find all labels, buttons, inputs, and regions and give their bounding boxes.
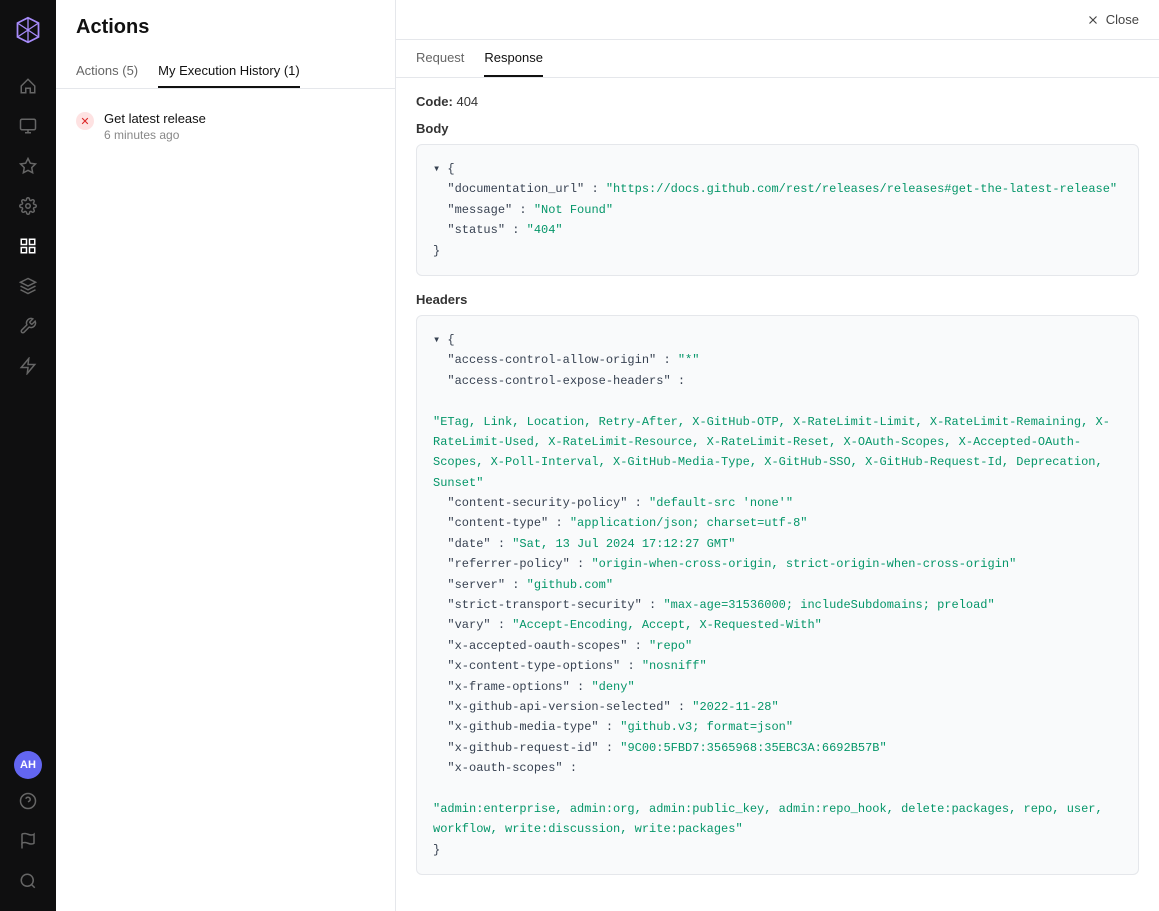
h-xgmt-val: "github.v3; format=json" — [620, 720, 793, 734]
h-acao-val: "*" — [678, 353, 700, 367]
main-content: Actions Actions (5) My Execution History… — [56, 0, 1159, 911]
sidebar-item-search[interactable] — [10, 863, 46, 899]
h-server-key: "server" — [447, 578, 505, 592]
action-time: 6 minutes ago — [104, 128, 206, 142]
tab-response[interactable]: Response — [484, 40, 543, 77]
doc-url-key: "documentation_url" — [447, 182, 584, 196]
error-status-icon: ✕ — [76, 112, 94, 130]
h-xgri-key: "x-github-request-id" — [447, 741, 598, 755]
h-xgmt-key: "x-github-media-type" — [447, 720, 598, 734]
close-button[interactable]: Close — [1086, 12, 1139, 27]
h-aceh-val: "ETag, Link, Location, Retry-After, X-Gi… — [433, 412, 1122, 494]
sidebar-item-actions[interactable] — [10, 228, 46, 264]
h-vary-val: "Accept-Encoding, Accept, X-Requested-Wi… — [512, 618, 822, 632]
action-list: ✕ Get latest release 6 minutes ago — [56, 89, 395, 164]
h-xgavs-val: "2022-11-28" — [692, 700, 778, 714]
left-panel: Actions Actions (5) My Execution History… — [56, 0, 396, 911]
status-code-label: Code: 404 — [416, 94, 1139, 109]
h-xaos-key: "x-accepted-oauth-scopes" — [447, 639, 627, 653]
left-panel-tabs: Actions (5) My Execution History (1) — [76, 55, 375, 88]
h-xos-val: "admin:enterprise, admin:org, admin:publ… — [433, 799, 1122, 840]
h-rp-key: "referrer-policy" — [447, 557, 569, 571]
tab-execution-history[interactable]: My Execution History (1) — [158, 55, 300, 88]
doc-url-val: "https://docs.github.com/rest/releases/r… — [606, 182, 1117, 196]
h-date-key: "date" — [447, 537, 490, 551]
h-xfo-key: "x-frame-options" — [447, 680, 569, 694]
action-name: Get latest release — [104, 111, 206, 126]
code-value: 404 — [456, 94, 478, 109]
right-panel: Close Request Response Code: 404 Body ▾ … — [396, 0, 1159, 911]
h-date-val: "Sat, 13 Jul 2024 17:12:27 GMT" — [512, 537, 735, 551]
message-val: "Not Found" — [534, 203, 613, 217]
h-xcto-val: "nosniff" — [642, 659, 707, 673]
headers-code-block: ▾ { "access-control-allow-origin" : "*" … — [416, 315, 1139, 875]
sidebar-item-flag[interactable] — [10, 823, 46, 859]
body-code-block: ▾ { "documentation_url" : "https://docs.… — [416, 144, 1139, 276]
h-xcto-key: "x-content-type-options" — [447, 659, 620, 673]
tab-actions[interactable]: Actions (5) — [76, 55, 138, 88]
h-sts-key: "strict-transport-security" — [447, 598, 641, 612]
h-csp-key: "content-security-policy" — [447, 496, 627, 510]
right-panel-topbar: Close — [396, 0, 1159, 40]
sidebar-item-deploy[interactable] — [10, 268, 46, 304]
h-xgavs-key: "x-github-api-version-selected" — [447, 700, 670, 714]
sidebar-item-box[interactable] — [10, 108, 46, 144]
sidebar: AH — [0, 0, 56, 911]
h-xgri-val: "9C00:5FBD7:3565968:35EBC3A:6692B57B" — [620, 741, 886, 755]
h-csp-val: "default-src 'none'" — [649, 496, 793, 510]
code-key: Code: — [416, 94, 453, 109]
action-info: Get latest release 6 minutes ago — [104, 111, 206, 142]
h-vary-key: "vary" — [447, 618, 490, 632]
sidebar-item-home[interactable] — [10, 68, 46, 104]
h-sts-val: "max-age=31536000; includeSubdomains; pr… — [663, 598, 994, 612]
list-item[interactable]: ✕ Get latest release 6 minutes ago — [56, 101, 395, 152]
sidebar-item-settings[interactable] — [10, 188, 46, 224]
close-label: Close — [1106, 12, 1139, 27]
sidebar-item-build[interactable] — [10, 308, 46, 344]
response-content: Code: 404 Body ▾ { "documentation_url" :… — [396, 78, 1159, 911]
h-ct-key: "content-type" — [447, 516, 548, 530]
sidebar-item-help[interactable] — [10, 783, 46, 819]
sidebar-item-lightning[interactable] — [10, 348, 46, 384]
h-acao-key: "access-control-allow-origin" — [447, 353, 656, 367]
status-key: "status" — [447, 223, 505, 237]
status-val: "404" — [527, 223, 563, 237]
h-xos-key: "x-oauth-scopes" — [447, 761, 562, 775]
left-panel-header: Actions Actions (5) My Execution History… — [56, 0, 395, 89]
avatar[interactable]: AH — [14, 751, 42, 779]
h-xaos-val: "repo" — [649, 639, 692, 653]
headers-label: Headers — [416, 292, 1139, 307]
message-key: "message" — [447, 203, 512, 217]
h-aceh-key: "access-control-expose-headers" — [447, 374, 670, 388]
close-icon — [1086, 13, 1100, 27]
response-tabs: Request Response — [396, 40, 1159, 78]
h-rp-val: "origin-when-cross-origin, strict-origin… — [591, 557, 1016, 571]
h-ct-val: "application/json; charset=utf-8" — [570, 516, 808, 530]
logo[interactable] — [10, 12, 46, 48]
h-xfo-val: "deny" — [591, 680, 634, 694]
sidebar-bottom: AH — [10, 751, 46, 899]
sidebar-item-favorites[interactable] — [10, 148, 46, 184]
tab-request[interactable]: Request — [416, 40, 464, 77]
body-label: Body — [416, 121, 1139, 136]
page-title: Actions — [76, 16, 375, 39]
h-server-val: "github.com" — [527, 578, 613, 592]
